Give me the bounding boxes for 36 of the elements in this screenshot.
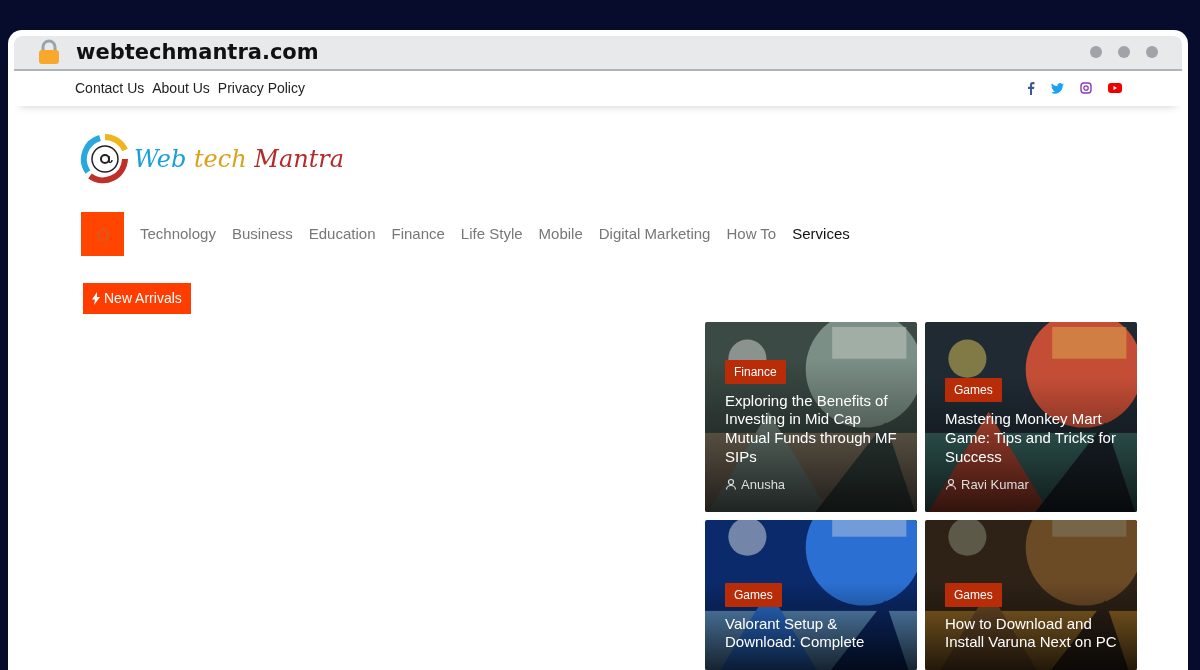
window-dot[interactable]	[1118, 46, 1130, 59]
top-link[interactable]: Contact Us	[75, 77, 145, 99]
window-dot[interactable]	[1146, 46, 1158, 59]
user-icon	[945, 478, 957, 491]
author-name[interactable]: Ravi Kumar	[961, 474, 1029, 494]
nav-link[interactable]: Business	[231, 222, 293, 246]
nav-link[interactable]: Technology	[140, 222, 216, 246]
logo-text[interactable]: Web tech Mantra	[134, 141, 345, 177]
instagram-icon[interactable]	[1080, 82, 1092, 95]
nav-link[interactable]: Mobile	[538, 222, 583, 246]
nav-link[interactable]: Services	[792, 222, 850, 246]
nav-link[interactable]: Education	[308, 222, 376, 246]
category-tag[interactable]: Finance	[725, 359, 786, 384]
logo-icon	[80, 134, 130, 184]
nav-link[interactable]: Life Style	[460, 222, 523, 246]
user-icon	[725, 478, 737, 491]
new-arrivals-button[interactable]: New Arrivals	[83, 283, 191, 314]
post-title[interactable]: Exploring the Benefits of Investing in Mid Cap Mutual Funds through MF SIPs	[725, 391, 897, 467]
youtube-icon[interactable]	[1108, 83, 1122, 94]
nav-link[interactable]: Digital Marketing	[598, 222, 711, 246]
category-tag[interactable]: Games	[945, 582, 1002, 607]
nav-link[interactable]: Finance	[391, 222, 445, 246]
nav-link[interactable]: How To	[726, 222, 777, 246]
lightning-icon	[92, 292, 100, 305]
facebook-icon[interactable]	[1027, 81, 1035, 95]
padlock-icon	[38, 39, 60, 66]
category-tag[interactable]: Games	[945, 378, 1002, 403]
author-name[interactable]: Anusha	[741, 474, 786, 494]
twitter-icon[interactable]	[1051, 82, 1064, 94]
home-icon	[94, 226, 111, 242]
category-tag[interactable]: Games	[725, 582, 782, 607]
window-dot[interactable]	[1090, 46, 1102, 59]
top-link[interactable]: Privacy Policy	[217, 77, 305, 99]
address-text: webtechmantra.com	[76, 38, 319, 66]
top-link[interactable]: About Us	[152, 77, 210, 99]
post-title[interactable]: Mastering Monkey Mart Game: Tips and Tricks for Success	[945, 410, 1117, 467]
